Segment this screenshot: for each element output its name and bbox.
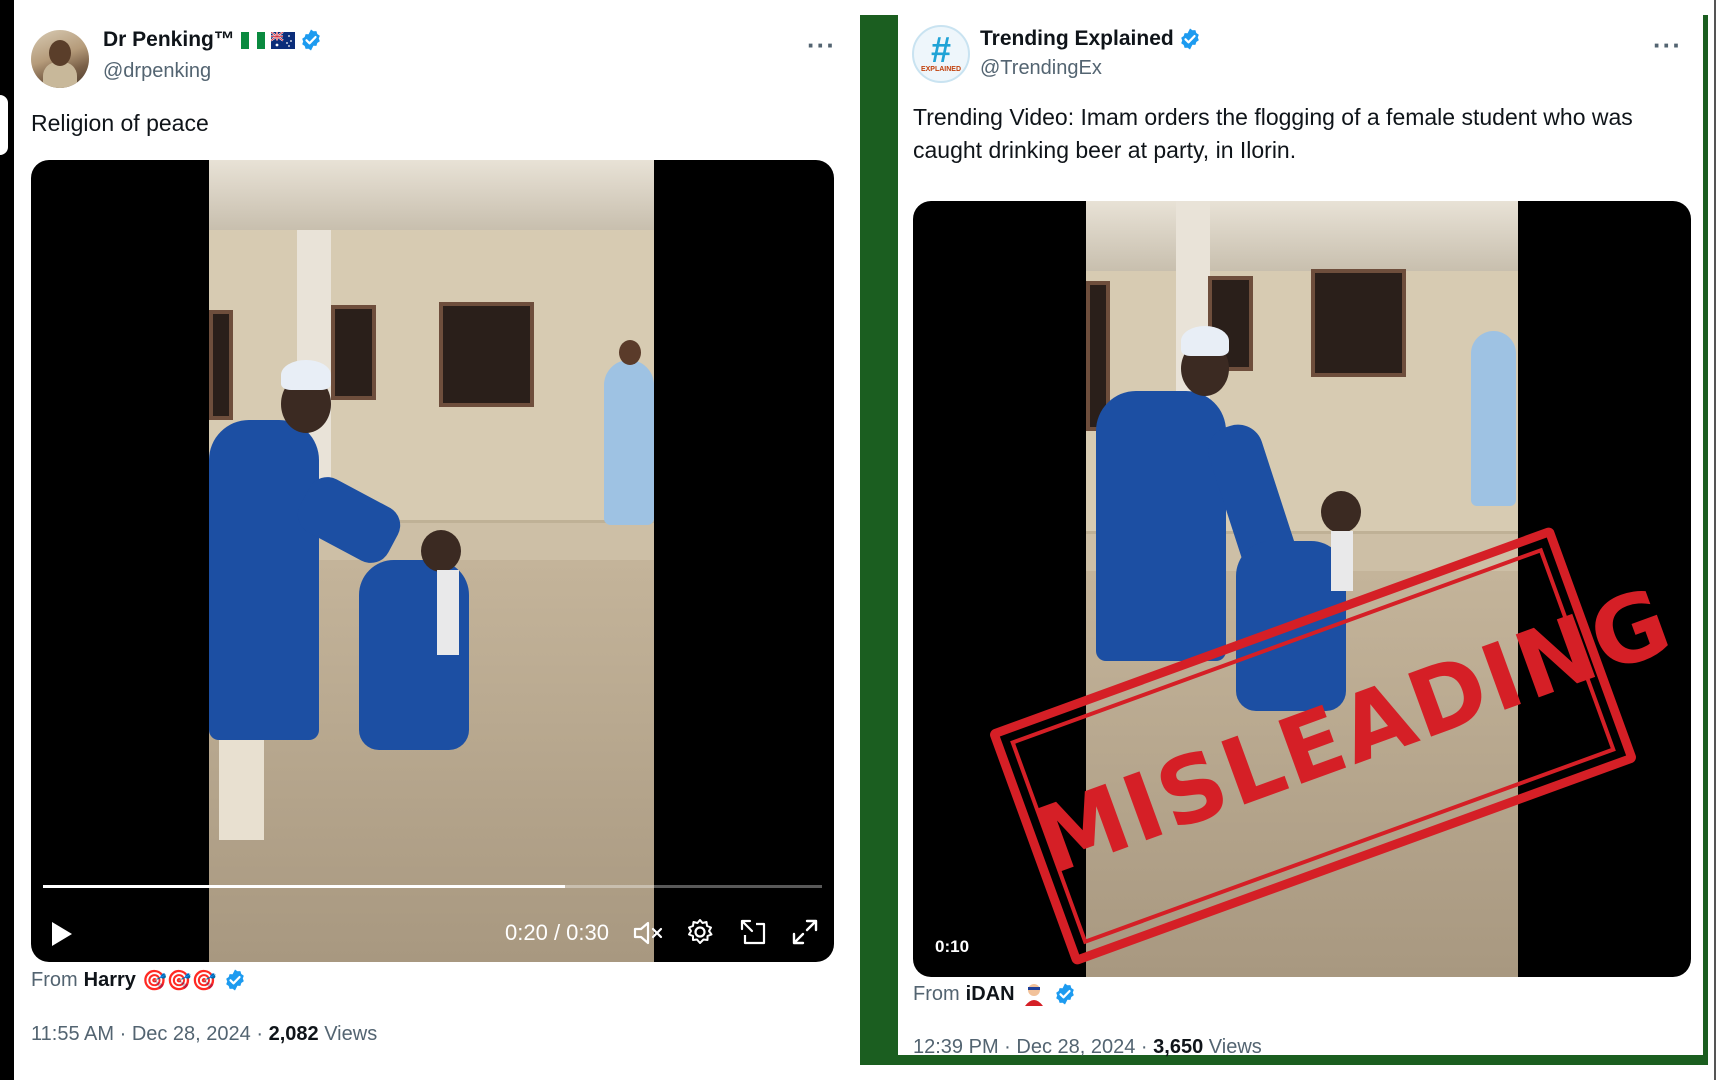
- video-controls: 0:20 / 0:30: [31, 898, 834, 962]
- right-edge-strip: [1708, 0, 1728, 1080]
- more-options-icon[interactable]: ···: [1653, 32, 1682, 58]
- author-display-name[interactable]: Dr Penking™: [103, 28, 235, 52]
- video-total-time: 0:30: [566, 920, 609, 945]
- attribution-author[interactable]: iDAN: [966, 983, 1015, 1006]
- verified-badge-icon: [225, 969, 244, 991]
- tweet-date[interactable]: Dec 28, 2024: [1016, 1036, 1135, 1058]
- video-progress-fill: [43, 885, 565, 888]
- nigeria-flag-icon: [240, 31, 265, 49]
- tweet-date[interactable]: Dec 28, 2024: [132, 1023, 251, 1045]
- verified-badge-icon: [1180, 28, 1199, 50]
- left-edge-notch: [0, 95, 8, 155]
- author-name-row[interactable]: Dr Penking™: [103, 28, 323, 52]
- video-frame: [209, 160, 654, 962]
- settings-gear-icon[interactable]: [686, 918, 714, 946]
- superhero-emoji-icon: [1024, 984, 1043, 1006]
- avatar-caption: EXPLAINED: [920, 66, 962, 73]
- avatar[interactable]: [31, 30, 89, 88]
- fullscreen-icon[interactable]: [791, 918, 819, 946]
- video-player[interactable]: MISLEADING 0:10: [913, 201, 1691, 977]
- play-icon[interactable]: [49, 920, 75, 948]
- tweet-metadata: 12:39 PM · Dec 28, 2024 · 3,650 Views: [913, 1036, 1262, 1058]
- tweet-time[interactable]: 11:55 AM: [31, 1023, 114, 1045]
- picture-in-picture-icon[interactable]: [739, 918, 767, 946]
- author-handle[interactable]: @TrendingEx: [980, 57, 1102, 80]
- avatar[interactable]: # EXPLAINED: [912, 25, 970, 83]
- more-options-icon[interactable]: ···: [807, 32, 836, 58]
- left-edge-strip: [0, 0, 14, 1080]
- views-count: 2,082: [268, 1023, 319, 1045]
- attribution-prefix: From: [31, 968, 78, 991]
- australia-flag-icon: [270, 31, 295, 49]
- video-attribution: From iDAN: [913, 982, 1077, 1006]
- video-player[interactable]: 0:20 / 0:30: [31, 160, 834, 962]
- author-display-name[interactable]: Trending Explained: [980, 27, 1174, 51]
- author-name-row[interactable]: Trending Explained: [980, 27, 1202, 51]
- video-duration-badge: 0:10: [935, 937, 970, 956]
- attribution-author[interactable]: Harry: [84, 969, 136, 992]
- views-count: 3,650: [1153, 1036, 1204, 1058]
- tweet-text: Religion of peace: [31, 110, 209, 136]
- video-current-time: 0:20: [505, 920, 548, 945]
- author-handle[interactable]: @drpenking: [103, 60, 211, 83]
- video-time-separator: /: [547, 920, 567, 945]
- tweet-card-left[interactable]: Dr Penking™ @drpenking ··· Religion of p…: [14, 0, 860, 1080]
- attribution-emoji: 🎯🎯🎯: [141, 968, 217, 992]
- video-attribution: From Harry 🎯🎯🎯: [31, 968, 247, 992]
- verified-badge-icon: [1055, 983, 1074, 1005]
- tweet-time[interactable]: 12:39 PM: [913, 1036, 999, 1058]
- tweet-card-right[interactable]: # EXPLAINED Trending Explained @Trending…: [898, 15, 1703, 1058]
- tweet-metadata: 11:55 AM · Dec 28, 2024 · 2,082 Views: [31, 1023, 378, 1045]
- avatar-hashtag-symbol: #: [930, 29, 952, 70]
- views-label: Views: [1208, 1036, 1262, 1058]
- mute-icon[interactable]: [633, 920, 663, 946]
- video-progress-bar[interactable]: [43, 885, 822, 888]
- attribution-prefix: From: [913, 982, 960, 1005]
- tweet-text: Trending Video: Imam orders the flogging…: [913, 104, 1633, 163]
- views-label: Views: [324, 1023, 378, 1045]
- video-time-display: 0:20 / 0:30: [505, 920, 609, 946]
- verified-badge-icon: [302, 29, 320, 51]
